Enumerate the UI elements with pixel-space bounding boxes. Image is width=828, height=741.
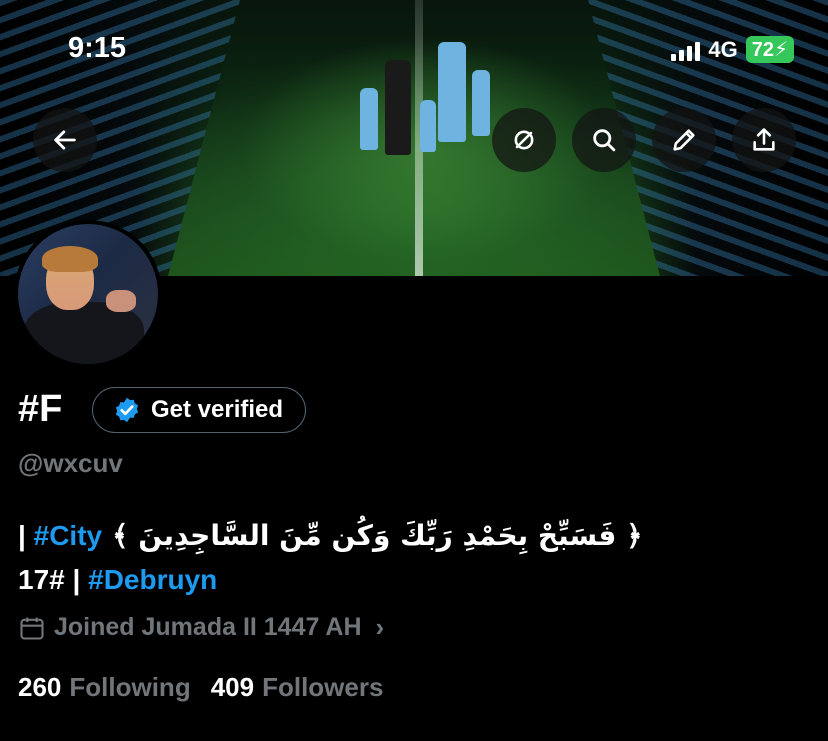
avatar-hand-shape bbox=[106, 290, 136, 312]
calendar-icon bbox=[20, 617, 44, 640]
get-verified-button[interactable]: Get verified bbox=[92, 387, 307, 433]
grok-icon bbox=[514, 130, 534, 150]
avatar[interactable] bbox=[14, 220, 162, 368]
joined-date-row[interactable]: Joined Jumada II 1447 AH › bbox=[18, 612, 384, 643]
followers-link[interactable]: 409 Followers bbox=[211, 672, 384, 703]
following-label: Following bbox=[69, 672, 191, 702]
user-handle: @wxcuv bbox=[18, 448, 123, 478]
followers-label: Followers bbox=[262, 672, 384, 702]
search-icon bbox=[593, 129, 616, 152]
pencil-icon bbox=[673, 129, 695, 151]
battery-icon: 72⚡ bbox=[745, 36, 794, 63]
status-indicators: 4G 72⚡ bbox=[671, 36, 794, 63]
followers-count: 409 bbox=[210, 672, 255, 702]
avatar-hair-shape bbox=[42, 246, 98, 272]
banner-figure bbox=[472, 70, 490, 136]
chevron-right-icon: › bbox=[375, 612, 385, 642]
following-link[interactable]: 260 Following bbox=[18, 672, 191, 703]
search-button[interactable] bbox=[572, 108, 636, 172]
verified-badge-icon bbox=[115, 397, 139, 423]
signal-icon bbox=[671, 39, 701, 61]
network-type: 4G bbox=[708, 36, 738, 62]
share-icon bbox=[753, 128, 775, 151]
bio-line-1: | #City ﴿ فَسَبِّحْ بِحَمْدِ رَبِّكَ وَكُ… bbox=[18, 514, 808, 558]
avatar-image bbox=[18, 224, 158, 364]
banner-figure bbox=[438, 42, 466, 142]
bio-separator-2: | bbox=[72, 564, 81, 595]
share-button[interactable] bbox=[732, 108, 796, 172]
follow-counts: 260 Following 409 Followers bbox=[18, 672, 383, 703]
battery-level: 72 bbox=[751, 39, 774, 61]
get-verified-label: Get verified bbox=[151, 396, 284, 423]
display-name: #F bbox=[18, 388, 63, 430]
hashtag-debruyn-link[interactable]: #Debruyn bbox=[88, 564, 217, 595]
banner-figure bbox=[385, 60, 411, 155]
bio-line-2: 17# | #Debruyn bbox=[18, 558, 808, 602]
bio-number: 17# bbox=[18, 564, 65, 595]
joined-date-text: Joined Jumada II 1447 AH bbox=[54, 613, 362, 641]
grok-button[interactable] bbox=[492, 108, 556, 172]
following-count: 260 bbox=[18, 672, 62, 702]
banner-figure bbox=[360, 88, 378, 150]
back-button[interactable] bbox=[33, 108, 97, 172]
banner-figure bbox=[420, 100, 436, 152]
status-time: 9:15 bbox=[68, 32, 127, 64]
hashtag-city-link[interactable]: #City bbox=[34, 514, 102, 558]
arrow-left-icon bbox=[54, 130, 76, 150]
bio-separator: | bbox=[18, 520, 26, 551]
profile-bio: | #City ﴿ فَسَبِّحْ بِحَمْدِ رَبِّكَ وَكُ… bbox=[18, 514, 808, 602]
bio-arabic-verse: ﴿ فَسَبِّحْ بِحَمْدِ رَبِّكَ وَكُن مِّنَ… bbox=[112, 519, 643, 552]
edit-button[interactable] bbox=[652, 108, 716, 172]
